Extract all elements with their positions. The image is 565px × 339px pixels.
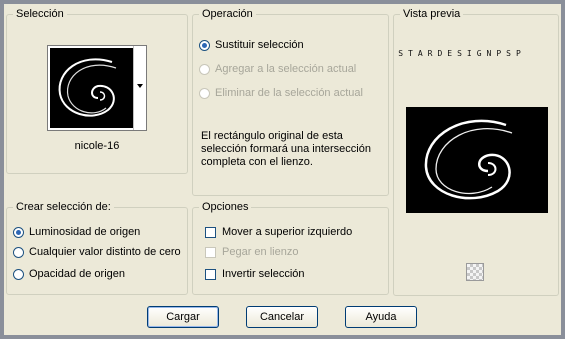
radio-label: Agregar a la selección actual <box>215 63 357 75</box>
selection-image-name: nicole-16 <box>74 140 120 152</box>
selection-group-title: Selección <box>13 8 67 20</box>
operation-group: Operación Sustituir selección Agregar a … <box>192 8 389 196</box>
radio-indicator <box>13 268 24 280</box>
checkbox-invert-selection[interactable]: Invertir selección <box>205 268 305 280</box>
checkbox-paste-to-canvas[interactable]: Pegar en lienzo <box>205 246 298 258</box>
radio-label: Eliminar de la selección actual <box>215 87 363 99</box>
operation-group-title: Operación <box>199 8 256 20</box>
cancel-button[interactable]: Cancelar <box>246 306 318 328</box>
radio-any-nonzero[interactable]: Cualquier valor distinto de cero <box>13 246 181 258</box>
operation-description: El rectángulo original de esta selección… <box>201 130 371 168</box>
radio-label: Luminosidad de origen <box>29 226 141 238</box>
radio-add-to-selection[interactable]: Agregar a la selección actual <box>199 63 356 75</box>
radio-subtract-from-selection[interactable]: Eliminar de la selección actual <box>199 87 363 99</box>
load-button[interactable]: Cargar <box>147 306 219 328</box>
transparency-checkerboard-icon[interactable] <box>466 263 484 281</box>
checkbox-indicator <box>205 268 216 280</box>
checkbox-indicator <box>205 246 216 258</box>
help-button[interactable]: Ayuda <box>345 306 417 328</box>
radio-label: Sustituir selección <box>215 39 304 51</box>
selection-thumbnail-picker[interactable] <box>47 45 147 131</box>
selection-group: Selección nicole-16 <box>6 8 188 174</box>
thumbnail-dropdown-button[interactable] <box>133 46 146 130</box>
options-group: Opciones Mover a superior izquierdo Pega… <box>192 201 389 295</box>
radio-label: Cualquier valor distinto de cero <box>29 246 181 258</box>
preview-image <box>406 107 548 213</box>
load-selection-dialog: Selección nicole-16 Operación Sustituir … <box>4 4 561 335</box>
chevron-down-icon <box>137 84 143 88</box>
radio-indicator <box>199 63 210 75</box>
checkbox-indicator <box>205 226 216 238</box>
radio-indicator <box>13 226 24 238</box>
radio-indicator <box>199 87 210 99</box>
radio-indicator <box>199 39 210 51</box>
checkbox-label: Invertir selección <box>222 268 305 280</box>
selection-thumbnail-image <box>50 48 134 128</box>
create-from-group-title: Crear selección de: <box>13 201 114 213</box>
checkbox-move-top-left[interactable]: Mover a superior izquierdo <box>205 226 352 238</box>
watermark-text: STARDESIGNPSP <box>398 49 526 58</box>
preview-group-title: Vista previa <box>400 8 464 20</box>
preview-group: Vista previa STARDESIGNPSP <box>393 8 559 296</box>
radio-source-luminance[interactable]: Luminosidad de origen <box>13 226 140 238</box>
checkbox-label: Mover a superior izquierdo <box>222 226 353 238</box>
radio-replace-selection[interactable]: Sustituir selección <box>199 39 304 51</box>
radio-source-opacity[interactable]: Opacidad de origen <box>13 268 125 280</box>
options-group-title: Opciones <box>199 201 252 213</box>
create-from-group: Crear selección de: Luminosidad de orige… <box>6 201 188 295</box>
radio-label: Opacidad de origen <box>29 268 126 280</box>
radio-indicator <box>13 246 24 258</box>
checkbox-label: Pegar en lienzo <box>222 246 299 258</box>
